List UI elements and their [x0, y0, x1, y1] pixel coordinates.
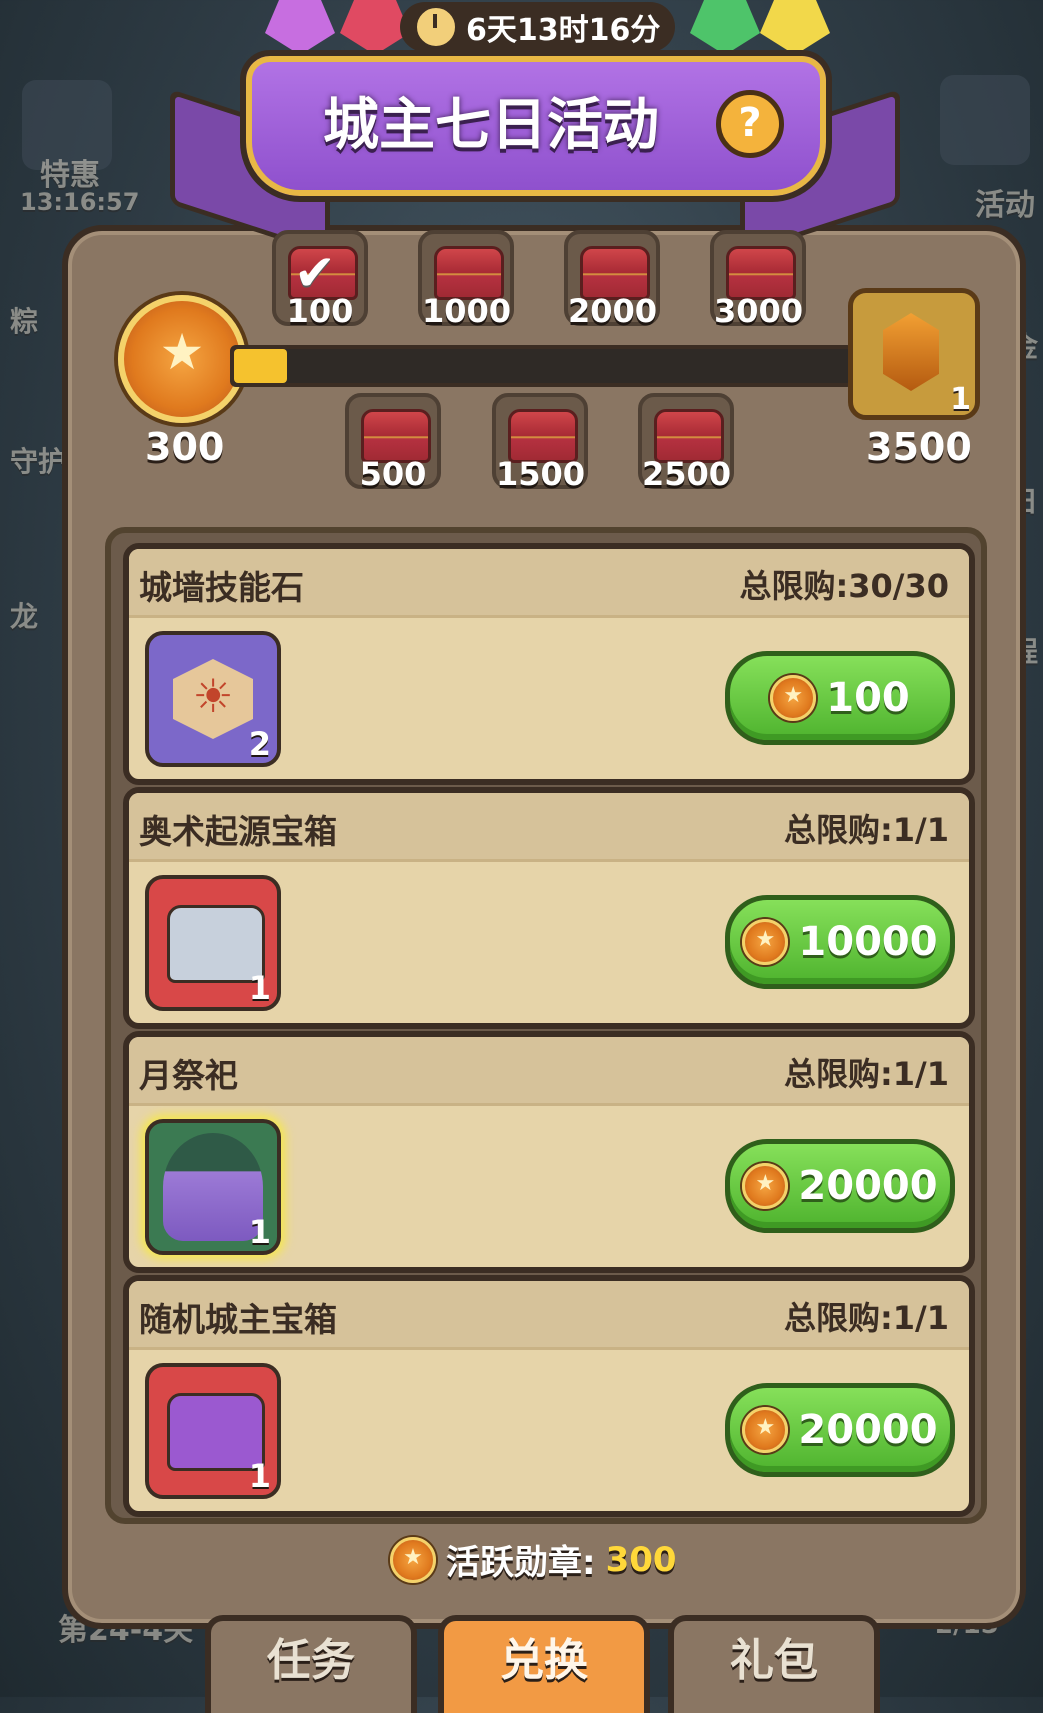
milestone-chest[interactable]: 3000: [710, 230, 806, 330]
item-name: 月祭祀: [139, 1056, 238, 1095]
item-limit: 总限购:30/30: [739, 567, 949, 605]
balance-label: 活跃勋章:: [446, 1543, 596, 1583]
bg-label: 活动: [975, 188, 1035, 223]
milestone-label: 500: [359, 455, 427, 493]
medal-icon: [742, 919, 789, 965]
amber-gem-icon: [883, 313, 939, 391]
list-item: 城墙技能石 总限购:30/30 2 100: [123, 543, 975, 785]
milestone-label: 2500: [642, 455, 732, 493]
bg-label: 守护: [10, 445, 67, 478]
progress-fill: [234, 349, 287, 383]
activity-medal-icon: [118, 295, 246, 423]
bg-label: 13:16:57: [20, 188, 140, 216]
milestone-label: 2000: [568, 292, 658, 330]
balance-value: 300: [605, 1539, 677, 1580]
item-limit: 总限购:1/1: [783, 1299, 949, 1337]
item-header: 奥术起源宝箱 总限购:1/1: [129, 793, 969, 862]
medal-icon: [390, 1536, 436, 1583]
milestone-label: 1000: [422, 292, 512, 330]
yellow-gem-icon: [760, 0, 830, 55]
bg-label: 龙: [10, 600, 39, 633]
milestone-chest[interactable]: 500: [345, 393, 441, 493]
list-item: 随机城主宝箱 总限购:1/1 1 20000: [123, 1275, 975, 1517]
item-price: 20000: [798, 1163, 938, 1209]
item-icon-box[interactable]: 1: [145, 875, 281, 1011]
item-name: 奥术起源宝箱: [139, 812, 337, 851]
item-price: 20000: [798, 1407, 938, 1453]
medal-icon: [742, 1407, 789, 1453]
milestone-chest[interactable]: 2500: [638, 393, 734, 493]
current-points: 300: [145, 425, 225, 469]
milestone-chest[interactable]: 1500: [492, 393, 588, 493]
list-item: 奥术起源宝箱 总限购:1/1 1 10000: [123, 787, 975, 1029]
item-header: 月祭祀 总限购:1/1: [129, 1037, 969, 1106]
progress-bar: [230, 345, 853, 387]
item-name: 随机城主宝箱: [139, 1300, 337, 1339]
item-header: 随机城主宝箱 总限购:1/1: [129, 1281, 969, 1350]
item-icon-box[interactable]: 2: [145, 631, 281, 767]
item-price: 100: [826, 675, 910, 721]
final-reward[interactable]: 1: [848, 288, 980, 420]
bg-label: 粽: [10, 305, 39, 338]
green-gem-icon: [690, 0, 760, 55]
milestone-chest[interactable]: ✔ 100: [272, 230, 368, 330]
item-limit: 总限购:1/1: [783, 811, 949, 849]
item-price: 10000: [798, 919, 938, 965]
milestone-label: 3000: [714, 292, 804, 330]
tab-tasks[interactable]: 任务: [205, 1615, 417, 1713]
timer-text: 6天13时16分: [466, 13, 661, 48]
item-qty: 2: [248, 725, 271, 763]
medal-icon: [770, 675, 817, 721]
milestone-chest[interactable]: 2000: [564, 230, 660, 330]
item-limit: 总限购:1/1: [783, 1055, 949, 1093]
milestone-label: 100: [286, 292, 354, 330]
clock-icon: [414, 5, 458, 49]
exchange-button[interactable]: 20000: [725, 1139, 955, 1233]
item-name: 城墙技能石: [139, 568, 304, 607]
item-header: 城墙技能石 总限购:30/30: [129, 549, 969, 618]
milestone-label: 1500: [496, 455, 586, 493]
exchange-button[interactable]: 20000: [725, 1383, 955, 1477]
list-item: 月祭祀 总限购:1/1 1 20000: [123, 1031, 975, 1273]
item-icon-box[interactable]: 1: [145, 1363, 281, 1499]
exchange-button[interactable]: 10000: [725, 895, 955, 989]
medal-icon: [742, 1163, 789, 1209]
tab-exchange[interactable]: 兑换: [438, 1615, 650, 1713]
item-qty: 1: [248, 1213, 271, 1251]
milestone-chest[interactable]: 1000: [418, 230, 514, 330]
title-ribbon: 城主七日活动 ?: [240, 50, 832, 202]
final-reward-qty: 1: [950, 382, 971, 417]
exchange-button[interactable]: 100: [725, 651, 955, 745]
bg-activity-icon: [940, 75, 1030, 165]
tab-bar: 任务 兑换 礼包: [0, 1615, 1043, 1713]
final-reward-points: 3500: [866, 425, 972, 469]
help-button[interactable]: ?: [716, 90, 784, 158]
item-qty: 1: [248, 1457, 271, 1495]
item-qty: 1: [248, 969, 271, 1007]
item-icon-box[interactable]: 1: [145, 1119, 281, 1255]
event-timer: 6天13时16分: [400, 2, 675, 52]
exchange-list: 城墙技能石 总限购:30/30 2 100 奥术起源宝箱 总限购:1/1 1 1…: [105, 527, 987, 1524]
skill-stone-icon: [173, 659, 253, 739]
page-title: 城主七日活动: [323, 93, 659, 158]
purple-gem-icon: [265, 0, 335, 55]
medal-balance: 活跃勋章: 300: [390, 1535, 677, 1584]
tab-gift-pack[interactable]: 礼包: [668, 1615, 880, 1713]
